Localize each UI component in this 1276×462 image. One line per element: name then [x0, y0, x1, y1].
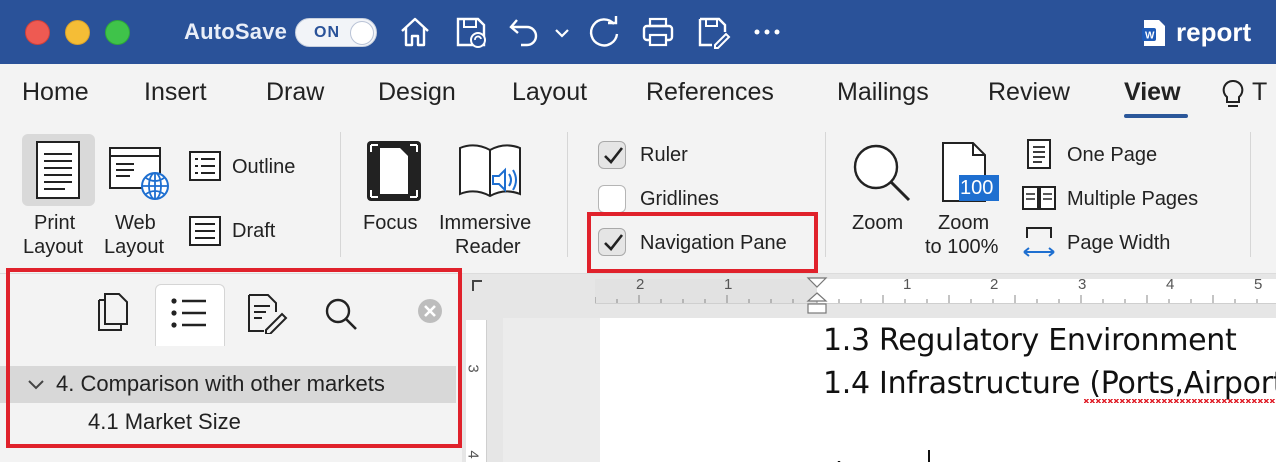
tab-home[interactable]: Home	[22, 78, 89, 107]
print-layout-label-line1: Print	[34, 212, 76, 234]
lightbulb-icon[interactable]	[1220, 78, 1246, 112]
multiple-pages-label[interactable]: Multiple Pages	[1067, 187, 1198, 211]
vertical-ruler[interactable]	[466, 320, 487, 462]
ruler-number: 3	[1078, 276, 1087, 293]
save-edit-icon[interactable]	[695, 14, 731, 50]
ribbon-separator	[1250, 132, 1251, 257]
one-page-icon[interactable]	[1026, 138, 1052, 170]
title-bar: AutoSave ON W report	[0, 0, 1276, 64]
ruler-checkbox[interactable]	[598, 141, 626, 169]
multiple-pages-icon[interactable]	[1022, 186, 1056, 210]
outline-label[interactable]: Outline	[232, 155, 295, 179]
partially-visible-text	[823, 454, 863, 462]
active-tab-indicator	[1124, 114, 1188, 118]
web-layout-button[interactable]	[108, 144, 172, 202]
ruler-number: 2	[990, 276, 999, 293]
draft-icon[interactable]	[189, 216, 221, 246]
gridlines-checkbox[interactable]	[598, 185, 626, 213]
tab-layout[interactable]: Layout	[512, 78, 587, 107]
page-width-label[interactable]: Page Width	[1067, 231, 1170, 255]
close-window-button[interactable]	[25, 20, 50, 45]
ruler-number: 5	[1254, 276, 1263, 293]
ribbon-separator	[825, 132, 826, 257]
print-icon[interactable]	[640, 14, 676, 50]
tab-review[interactable]: Review	[988, 78, 1070, 107]
tab-draw[interactable]: Draw	[266, 78, 324, 107]
autosave-state: ON	[314, 24, 340, 41]
tab-selector-icon[interactable]	[470, 278, 484, 292]
home-icon[interactable]	[397, 14, 433, 50]
page-width-icon[interactable]	[1022, 226, 1056, 260]
zoom-label: Zoom	[852, 212, 904, 234]
svg-text:W: W	[1145, 31, 1155, 42]
web-layout-label-line1: Web	[115, 212, 156, 234]
tab-mailings[interactable]: Mailings	[837, 78, 929, 107]
navigation-pane-highlight	[6, 268, 462, 448]
indent-marker-icon[interactable]	[806, 276, 828, 316]
ruler-label[interactable]: Ruler	[640, 143, 688, 167]
maximize-window-button[interactable]	[105, 20, 130, 45]
web-layout-label-line2: Layout	[104, 236, 165, 258]
text-cursor	[928, 450, 930, 462]
ruler-number: 1	[724, 276, 733, 293]
ruler-number: 3	[464, 364, 482, 373]
outline-icon[interactable]	[189, 151, 221, 181]
print-layout-icon	[33, 140, 83, 200]
tab-design[interactable]: Design	[378, 78, 456, 107]
immersive-reader-label-line1: Immersive	[439, 212, 532, 234]
ruler-number: 2	[636, 276, 645, 293]
tab-view[interactable]: View	[1124, 78, 1181, 107]
minimize-window-button[interactable]	[65, 20, 90, 45]
document-title: report	[1176, 17, 1252, 47]
tab-insert[interactable]: Insert	[144, 78, 207, 107]
ribbon-tabs: Home Insert Draw Design Layout Reference…	[0, 64, 1276, 128]
ruler-number: 4	[1166, 276, 1175, 293]
focus-label: Focus	[363, 212, 418, 234]
more-options-icon[interactable]	[749, 14, 785, 50]
page-left-margin	[503, 318, 600, 462]
document-text-line[interactable]: 1.4 Infrastructure (Ports,Airports	[823, 366, 1276, 401]
navigation-pane-highlight	[587, 212, 818, 273]
undo-icon[interactable]	[507, 14, 543, 50]
draft-label[interactable]: Draft	[232, 219, 275, 243]
zoom-100-badge: 100	[960, 177, 994, 199]
gridlines-label[interactable]: Gridlines	[640, 187, 719, 211]
redo-icon[interactable]	[586, 14, 622, 50]
print-layout-label-line2: Layout	[23, 236, 84, 258]
ruler-number: 4	[464, 450, 482, 459]
tab-tell-me[interactable]: T	[1252, 78, 1267, 107]
zoom-100-label-line2: to 100%	[925, 236, 999, 258]
zoom-button[interactable]	[850, 141, 912, 203]
focus-button[interactable]	[366, 140, 422, 202]
spelling-error-underline	[1084, 399, 1276, 403]
zoom-100-label-line1: Zoom	[938, 212, 990, 234]
undo-dropdown-chevron-icon[interactable]	[553, 14, 571, 50]
immersive-reader-label-line2: Reader	[455, 236, 521, 258]
immersive-reader-button[interactable]	[457, 142, 523, 202]
toggle-knob	[350, 21, 374, 45]
one-page-label[interactable]: One Page	[1067, 143, 1157, 167]
autosave-label: AutoSave	[184, 19, 288, 44]
ribbon-separator	[567, 132, 568, 257]
tab-references[interactable]: References	[646, 78, 774, 107]
document-text-line[interactable]: 1.3 Regulatory Environment	[823, 323, 1237, 358]
ruler-number: 1	[903, 276, 912, 293]
autosave-toggle[interactable]: ON	[295, 18, 377, 47]
save-sync-icon[interactable]	[453, 14, 489, 50]
ribbon-separator	[340, 132, 341, 257]
word-document-icon: W	[1141, 18, 1167, 48]
